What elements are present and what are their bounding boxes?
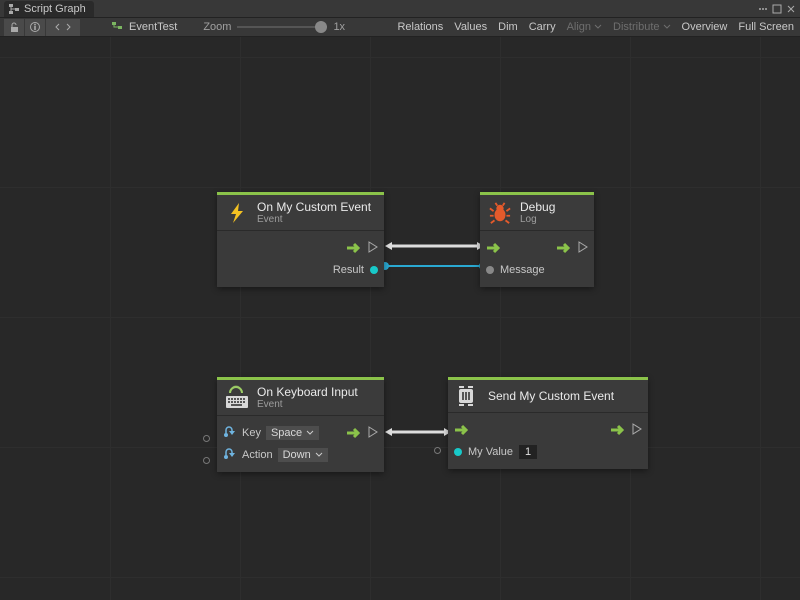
flow-in-icon[interactable] xyxy=(454,424,470,436)
message-port[interactable] xyxy=(486,266,494,274)
asset-picker[interactable]: EventTest xyxy=(111,21,177,33)
flow-out-icon[interactable] xyxy=(346,427,362,439)
chevron-down-icon xyxy=(663,23,671,31)
asset-name: EventTest xyxy=(129,21,177,33)
send-event-icon xyxy=(456,385,480,407)
expand-button[interactable] xyxy=(46,19,80,36)
zoom-slider-thumb[interactable] xyxy=(315,21,327,33)
tab-title: Script Graph xyxy=(24,3,86,15)
toolbar-dim[interactable]: Dim xyxy=(493,19,523,36)
action-in-port[interactable] xyxy=(203,457,210,464)
toolbar-values[interactable]: Values xyxy=(449,19,492,36)
script-graph-icon xyxy=(8,3,20,15)
close-icon[interactable] xyxy=(786,4,796,14)
node-title: Send My Custom Event xyxy=(488,389,614,403)
zoom-slider[interactable] xyxy=(237,26,327,28)
chevron-down-icon xyxy=(315,451,323,459)
keyboard-icon xyxy=(225,387,249,409)
lightning-icon xyxy=(225,202,249,224)
edges-layer xyxy=(0,37,800,600)
script-graph-window: { "tab": { "title": "Script Graph" }, "t… xyxy=(0,0,800,600)
key-dropdown[interactable]: Space xyxy=(266,426,319,440)
flow-port-out[interactable] xyxy=(578,241,588,256)
zoom-label: Zoom xyxy=(203,21,231,33)
action-label: Action xyxy=(242,449,273,461)
lock-button[interactable] xyxy=(4,19,24,36)
flow-port-out[interactable] xyxy=(368,426,378,441)
toolbar-overview[interactable]: Overview xyxy=(677,19,733,36)
result-port[interactable] xyxy=(370,266,378,274)
action-dropdown[interactable]: Down xyxy=(278,448,328,462)
key-label: Key xyxy=(242,427,261,439)
toolbar-relations[interactable]: Relations xyxy=(392,19,448,36)
toolbar-fullscreen[interactable]: Full Screen xyxy=(733,19,799,36)
node-debug-log[interactable]: Debug Log Message xyxy=(480,192,594,287)
flow-out-icon[interactable] xyxy=(610,424,626,436)
chevron-down-icon xyxy=(306,429,314,437)
toolbar-carry[interactable]: Carry xyxy=(524,19,561,36)
node-send-my-custom-event[interactable]: Send My Custom Event My Value 1 xyxy=(448,377,648,469)
node-title: Debug xyxy=(520,200,555,214)
info-icon xyxy=(30,22,40,32)
flow-out-icon[interactable] xyxy=(556,242,572,254)
unlock-icon xyxy=(9,22,19,32)
flow-port-out[interactable] xyxy=(368,241,378,256)
myvalue-port[interactable] xyxy=(454,448,462,456)
myvalue-field[interactable]: 1 xyxy=(519,445,537,459)
node-title: On Keyboard Input xyxy=(257,385,358,399)
toolbar-align[interactable]: Align xyxy=(562,19,607,36)
myvalue-in-port[interactable] xyxy=(434,447,441,454)
node-on-my-custom-event[interactable]: On My Custom Event Event Result xyxy=(217,192,384,287)
expand-icon xyxy=(54,22,72,32)
titlebar: Script Graph xyxy=(0,0,800,18)
flow-port-out[interactable] xyxy=(632,423,642,438)
node-title: On My Custom Event xyxy=(257,200,371,214)
bug-icon xyxy=(488,202,512,224)
result-label: Result xyxy=(333,264,364,276)
window-tab[interactable]: Script Graph xyxy=(4,1,94,17)
loop-icon xyxy=(223,426,237,441)
node-subtitle: Log xyxy=(520,214,555,225)
maximize-icon[interactable] xyxy=(772,4,782,14)
node-on-keyboard-input[interactable]: On Keyboard Input Event Key Space Action xyxy=(217,377,384,472)
key-in-port[interactable] xyxy=(203,435,210,442)
flow-out-icon[interactable] xyxy=(346,242,362,254)
toolbar: EventTest Zoom 1x Relations Values Dim C… xyxy=(0,18,800,37)
toolbar-distribute[interactable]: Distribute xyxy=(608,19,675,36)
graph-asset-icon xyxy=(111,21,123,33)
graph-canvas[interactable]: On My Custom Event Event Result xyxy=(0,37,800,600)
message-label: Message xyxy=(500,264,545,276)
node-subtitle: Event xyxy=(257,214,371,225)
loop-icon xyxy=(223,448,237,463)
flow-in-icon[interactable] xyxy=(486,242,502,254)
zoom-control: Zoom 1x xyxy=(197,21,351,33)
kebab-menu-icon[interactable] xyxy=(758,4,768,14)
myvalue-label: My Value xyxy=(468,446,513,458)
node-subtitle: Event xyxy=(257,399,358,410)
zoom-value: 1x xyxy=(333,21,345,33)
chevron-down-icon xyxy=(594,23,602,31)
info-button[interactable] xyxy=(25,19,45,36)
